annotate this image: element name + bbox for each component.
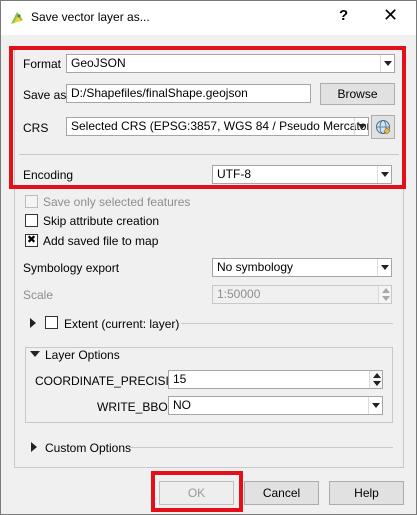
layer-options-header: Layer Options bbox=[45, 348, 124, 362]
add-to-map-checkbox[interactable]: ✖ bbox=[25, 234, 38, 247]
expand-arrow-icon[interactable] bbox=[30, 318, 36, 328]
extent-checkbox[interactable] bbox=[45, 316, 58, 329]
help-title-button[interactable]: ? bbox=[339, 7, 348, 24]
symbology-select[interactable]: No symbology bbox=[212, 258, 392, 277]
write-bbox-value: NO bbox=[173, 398, 191, 412]
chevron-down-icon bbox=[372, 403, 380, 408]
expand-arrow-icon[interactable] bbox=[31, 442, 37, 452]
highlight-box-ok bbox=[151, 471, 243, 512]
coord-precision-value: 15 bbox=[173, 372, 187, 386]
symbology-label: Symbology export bbox=[23, 261, 120, 275]
scale-label: Scale bbox=[23, 288, 54, 302]
skip-attribute-checkbox[interactable] bbox=[25, 214, 38, 227]
title-bar: Save vector layer as... ? ✕ bbox=[1, 1, 416, 35]
highlight-box-top bbox=[9, 46, 406, 189]
scale-spinner[interactable] bbox=[378, 286, 391, 303]
collapse-arrow-icon[interactable] bbox=[30, 351, 40, 357]
custom-options-divider bbox=[129, 447, 393, 448]
extent-label: Extent (current: layer) bbox=[64, 317, 180, 331]
write-bbox-label: WRITE_BBOX bbox=[97, 400, 176, 414]
scale-input[interactable]: 1:50000 bbox=[212, 285, 392, 304]
write-bbox-select[interactable]: NO bbox=[168, 396, 383, 415]
help-button[interactable]: Help bbox=[329, 481, 404, 505]
chevron-down-icon bbox=[381, 265, 389, 270]
symbology-value: No symbology bbox=[217, 260, 294, 274]
cancel-button[interactable]: Cancel bbox=[244, 481, 319, 505]
scale-value: 1:50000 bbox=[217, 287, 261, 301]
custom-options-header: Custom Options bbox=[45, 441, 132, 455]
coord-precision-label: COORDINATE_PRECISION bbox=[35, 374, 187, 388]
add-to-map-label: Add saved file to map bbox=[43, 234, 159, 248]
close-button[interactable]: ✕ bbox=[383, 5, 398, 26]
extent-divider bbox=[181, 323, 393, 324]
save-selected-label: Save only selected features bbox=[43, 195, 191, 209]
coord-precision-spinner[interactable] bbox=[369, 371, 382, 388]
save-vector-dialog: Save vector layer as... ? ✕ Format GeoJS… bbox=[0, 0, 417, 515]
skip-attribute-label: Skip attribute creation bbox=[43, 214, 160, 228]
qgis-logo-icon bbox=[11, 12, 23, 24]
save-selected-checkbox[interactable] bbox=[25, 195, 38, 208]
window-title: Save vector layer as... bbox=[31, 10, 150, 24]
coord-precision-input[interactable]: 15 bbox=[168, 370, 383, 389]
